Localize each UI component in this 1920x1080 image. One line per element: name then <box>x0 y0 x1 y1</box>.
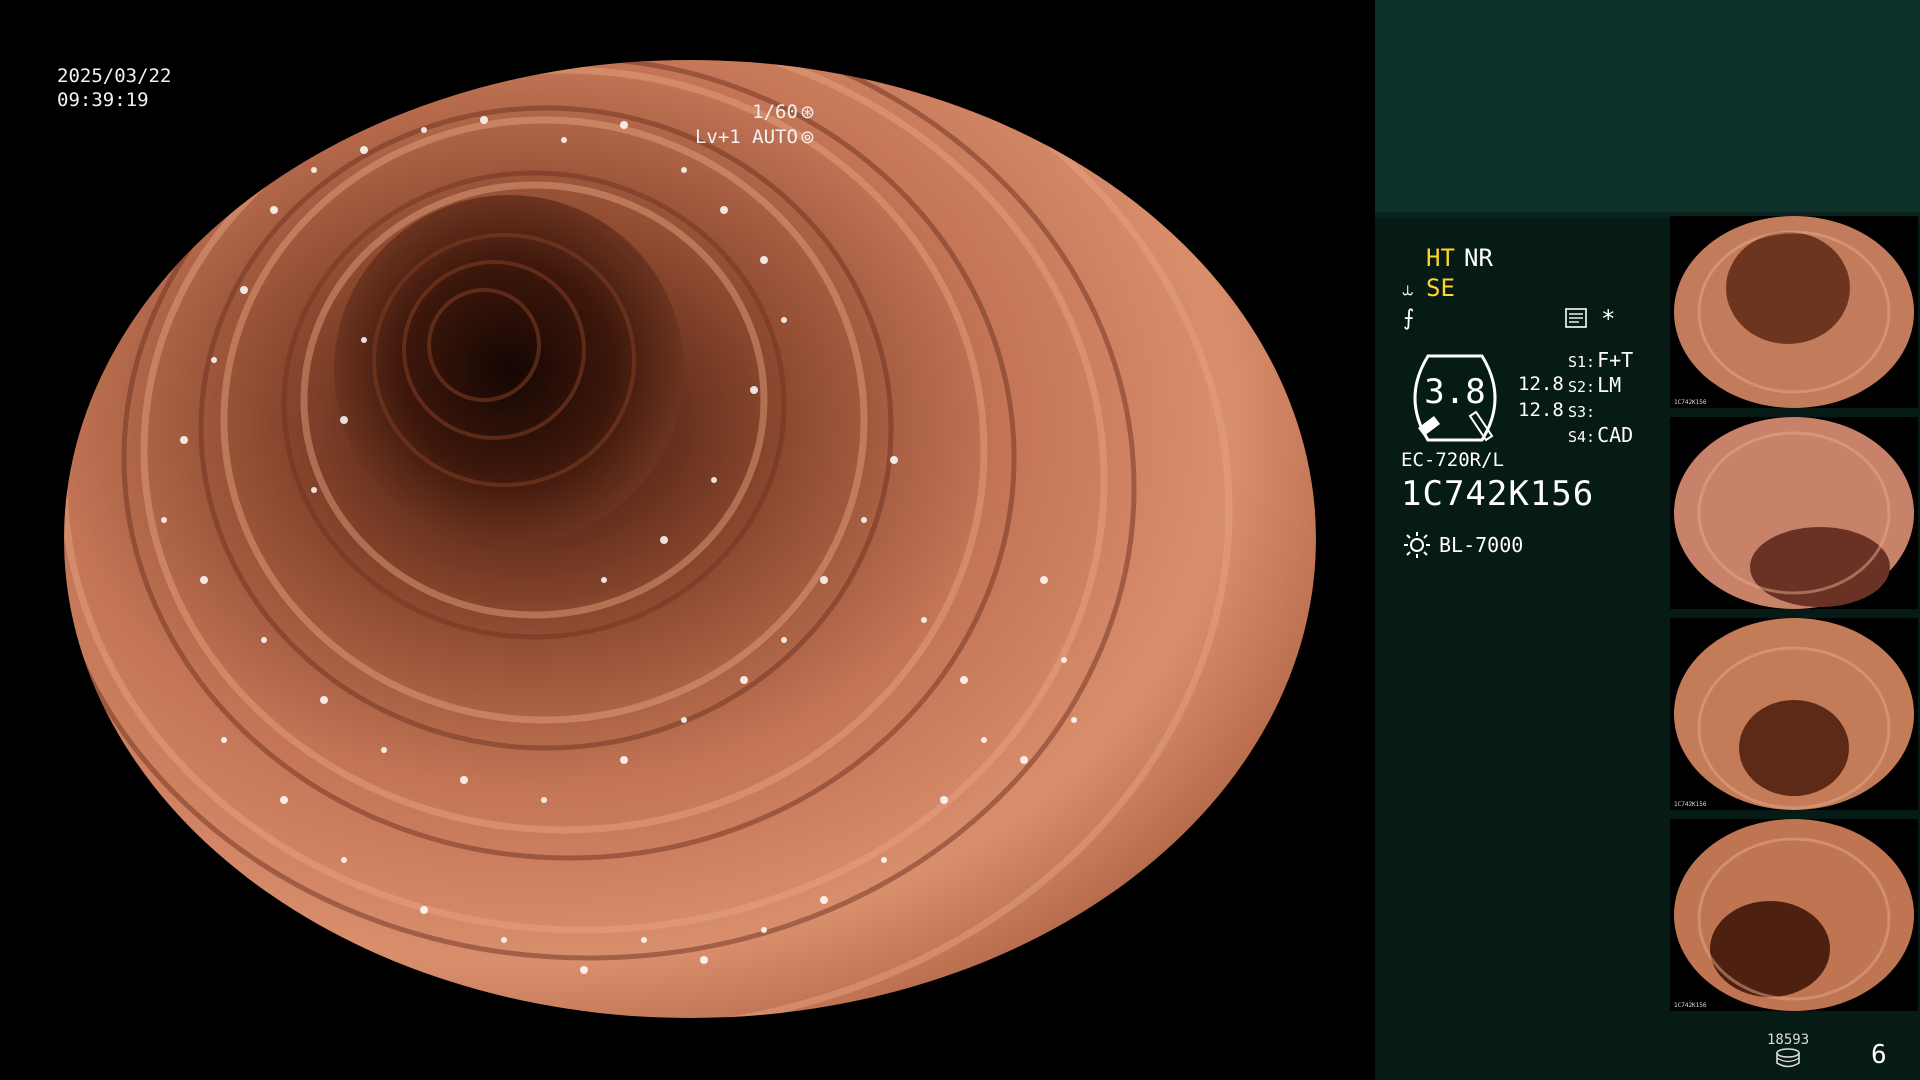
star-indicator: * <box>1601 305 1616 333</box>
scope-serial: 1C742K156 <box>1401 474 1595 514</box>
captured-thumbnail[interactable]: 1C742K156 <box>1670 216 1918 408</box>
exam-time: 09:39:19 <box>57 89 149 111</box>
value-top: 12.8 <box>1518 373 1564 395</box>
memo-icon <box>1565 308 1587 328</box>
image-counter: 18593 <box>1767 1032 1810 1048</box>
panel-header-area <box>1375 0 1920 214</box>
shutter-speed: 1/60 <box>752 101 798 123</box>
light-source-icon <box>1404 532 1430 558</box>
scope-model: EC-720R/L <box>1401 449 1504 471</box>
status-panel: HT NR ⥿ SE ⨍ * 3.8 12.8 12.8 S1: F+T S2: L… <box>1375 0 1920 1080</box>
captured-thumbnail[interactable]: 1C742K156 <box>1670 819 1918 1011</box>
ht-indicator: HT <box>1426 244 1455 272</box>
captured-thumbnail[interactable]: 1C742K156 <box>1670 618 1918 810</box>
date-time-readout: 2025/03/22 09:39:19 <box>57 64 171 112</box>
se-indicator: SE <box>1426 274 1455 302</box>
frequency-icon: ⨍ <box>1403 306 1415 331</box>
switch-s3: S3: <box>1568 403 1596 421</box>
captured-image-list: 1C742K156 1C742K156 1C742K156 <box>1670 216 1920 1020</box>
exam-date: 2025/03/22 <box>57 65 172 87</box>
switch-s1: S1: F+T <box>1568 348 1634 372</box>
iris-icon: ⊚ <box>799 127 815 148</box>
structure-enhancement-icon: ⥿ <box>1402 276 1414 300</box>
exposure-readout: 1/60 ⊛ Lv+1 AUTO ⊚ <box>695 100 815 150</box>
page-number: 6 <box>1871 1040 1887 1070</box>
switch-s4: S4: CAD <box>1568 423 1634 447</box>
thumbnail-label: 1C742K156 <box>1674 1002 1707 1009</box>
switch-s2: S2: LM <box>1568 373 1622 397</box>
captured-thumbnail[interactable] <box>1670 417 1918 609</box>
endoscope-image <box>64 60 1316 1018</box>
thumbnail-label: 1C742K156 <box>1674 399 1707 406</box>
light-source-model: BL-7000 <box>1439 533 1524 557</box>
iris-mode: Lv+1 AUTO <box>694 126 798 148</box>
thumbnail-label: 1C742K156 <box>1674 801 1707 808</box>
magnification-value: 3.8 <box>1424 372 1486 412</box>
nr-indicator: NR <box>1464 244 1493 272</box>
storage-disk-icon <box>1776 1048 1800 1068</box>
endoscope-view-area: 2025/03/22 09:39:19 1/60 ⊛ Lv+1 AUTO ⊚ <box>0 0 1375 1080</box>
value-bottom: 12.8 <box>1518 399 1564 421</box>
aperture-icon: ⊛ <box>799 102 815 123</box>
